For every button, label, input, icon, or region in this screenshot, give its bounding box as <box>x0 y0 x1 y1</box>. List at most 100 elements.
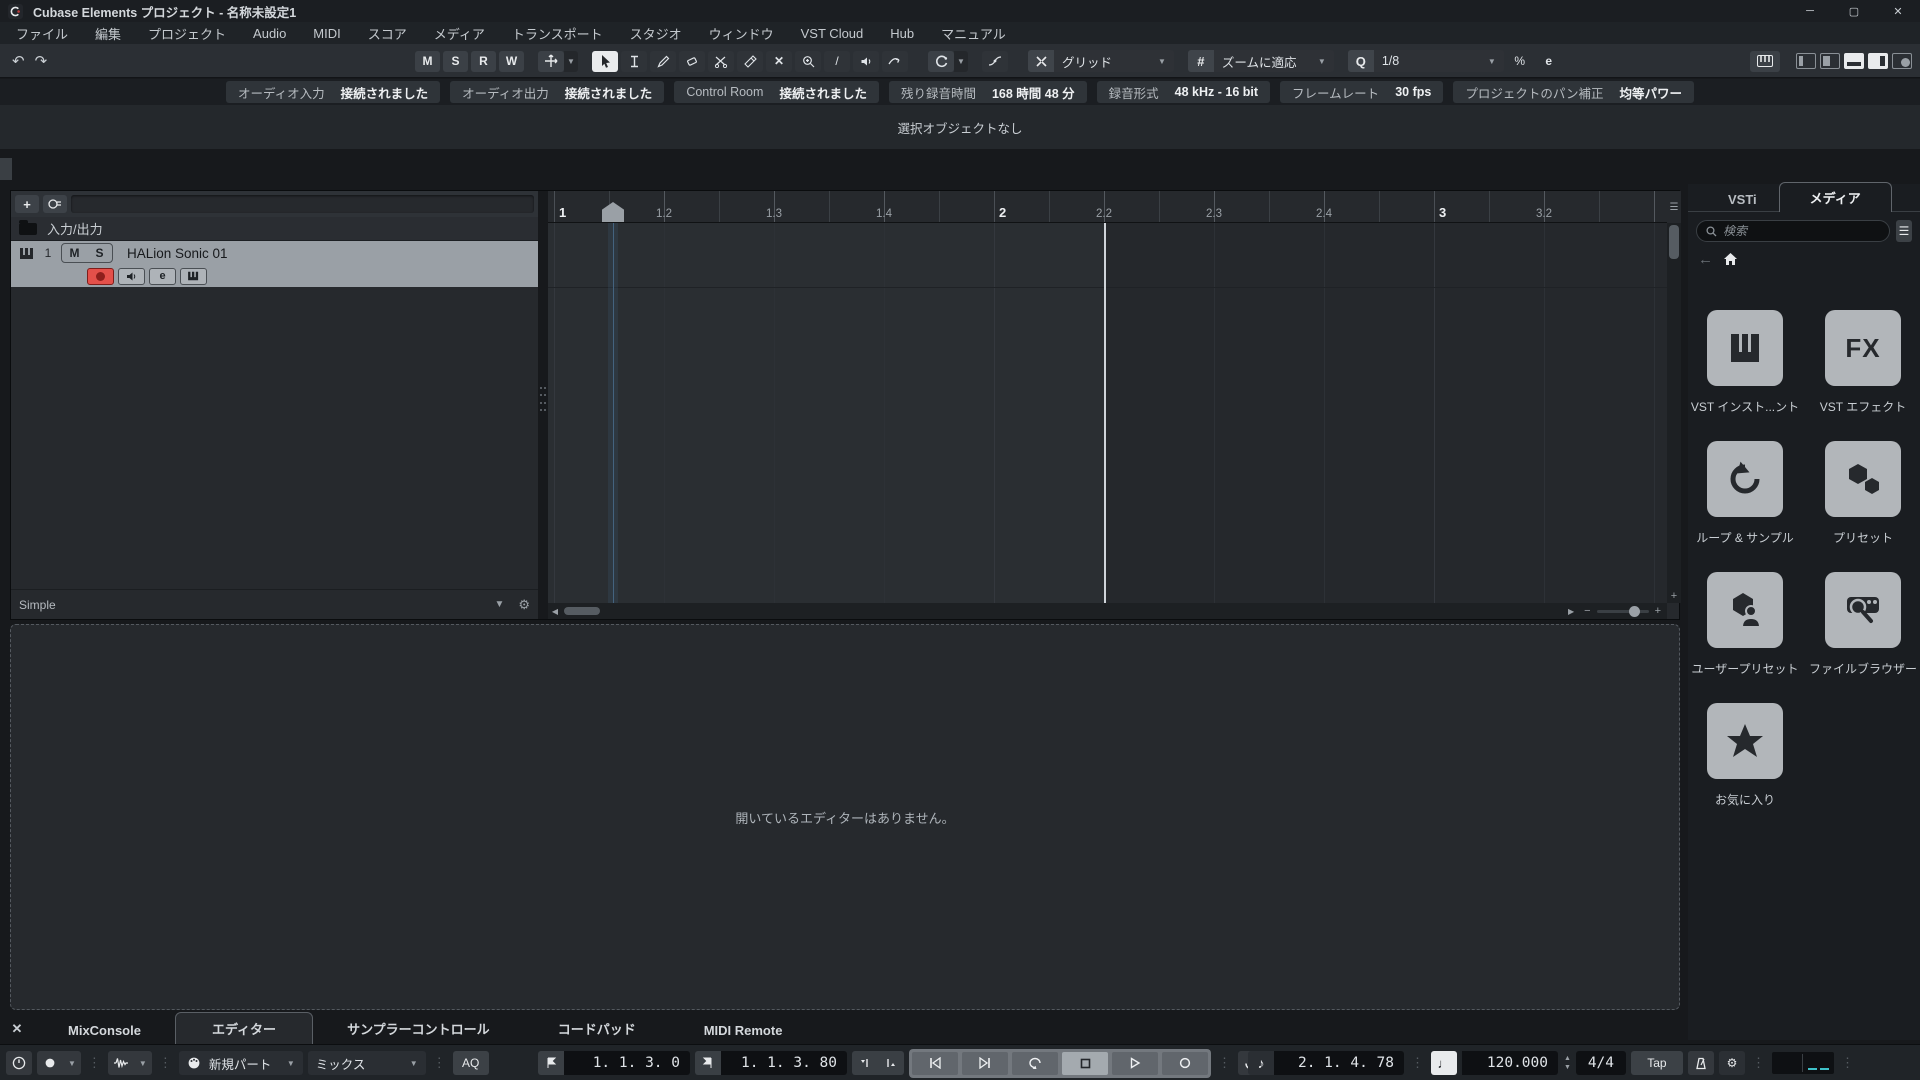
vertical-scroll-thumb[interactable] <box>1669 225 1679 259</box>
tab-vsti[interactable]: VSTi <box>1706 188 1779 211</box>
tile-vst-instruments[interactable]: VST インスト...ント <box>1691 310 1799 415</box>
line-tool[interactable]: / <box>824 50 850 72</box>
back-icon[interactable]: ← <box>1698 251 1713 268</box>
horizontal-scrollbar[interactable]: ◀ ▶ − + <box>548 603 1667 619</box>
right-locator-group[interactable]: 1. 1. 3. 80 <box>695 1051 847 1075</box>
right-zone-toggle[interactable] <box>1868 53 1888 69</box>
tile-favorites[interactable]: お気に入り <box>1697 703 1793 808</box>
menu-studio[interactable]: スタジオ <box>630 24 682 43</box>
mute-tool[interactable]: ✕ <box>766 50 792 72</box>
tab-midi-remote[interactable]: MIDI Remote <box>670 1017 817 1044</box>
close-icon[interactable]: ✕ <box>1876 0 1920 22</box>
snap-icon[interactable] <box>1028 50 1054 72</box>
maximize-icon[interactable]: ▢ <box>1832 0 1876 22</box>
write-automation-button[interactable]: W <box>499 50 524 72</box>
home-icon[interactable] <box>1723 252 1738 266</box>
time-format-note-icon[interactable]: ♪ <box>1248 1051 1274 1075</box>
go-to-end-button[interactable] <box>962 1051 1008 1075</box>
metronome-setup-gear-icon[interactable]: ⚙ <box>1719 1051 1745 1075</box>
cycle-button[interactable] <box>1012 1051 1058 1075</box>
control-room-status[interactable]: Control Room 接続されました <box>674 81 879 103</box>
erase-tool[interactable] <box>679 50 705 72</box>
redo-icon[interactable]: ↷ <box>35 52 48 70</box>
audio-performance-icon[interactable] <box>6 1051 32 1075</box>
right-locator-display[interactable]: 1. 1. 3. 80 <box>721 1051 847 1075</box>
right-locator-flag-icon[interactable] <box>695 1051 721 1075</box>
search-input[interactable] <box>1723 224 1880 238</box>
pan-law-status[interactable]: プロジェクトのパン補正 均等パワー <box>1453 81 1694 103</box>
audio-mode-chevron-icon[interactable]: ▼ <box>134 1059 152 1068</box>
solo-all-button[interactable]: S <box>443 50 468 72</box>
tile-user-presets[interactable]: ユーザープリセット <box>1691 572 1799 677</box>
frame-rate-status[interactable]: フレームレート 30 fps <box>1280 81 1444 103</box>
metronome-icon[interactable] <box>1688 1051 1714 1075</box>
instrument-track-row[interactable]: 1 M S HALion Sonic 01 e <box>11 241 538 287</box>
media-search-box[interactable] <box>1696 220 1890 242</box>
project-cursor-handle[interactable] <box>602 202 624 222</box>
tab-editor[interactable]: エディター <box>174 1012 314 1044</box>
undo-icon[interactable]: ↶ <box>12 52 25 70</box>
audio-waveform-icon[interactable] <box>108 1051 134 1075</box>
on-screen-keyboard-icon[interactable] <box>1750 50 1780 72</box>
track-view-chevron-icon[interactable]: ▼ <box>494 599 504 610</box>
menu-manual[interactable]: マニュアル <box>941 24 1006 43</box>
track-view-preset[interactable]: Simple <box>19 598 56 612</box>
record-modes-group[interactable]: ▼ <box>37 1051 81 1075</box>
go-to-start-button[interactable] <box>912 1051 958 1075</box>
vertical-zoom-in-icon[interactable]: + <box>1667 589 1681 603</box>
zoom-mode-dropdown[interactable]: ズームに適応 ▼ <box>1213 50 1334 72</box>
record-enable-button[interactable] <box>87 267 114 285</box>
glue-tool[interactable] <box>737 50 763 72</box>
punch-out-icon[interactable] <box>878 1051 904 1075</box>
add-track-icon[interactable]: + <box>15 195 39 213</box>
audio-input-status[interactable]: オーディオ入力 接続されました <box>226 81 441 103</box>
scroll-right-icon[interactable]: ▶ <box>1564 603 1578 619</box>
horizontal-zoom-slider[interactable]: − + <box>1578 605 1667 617</box>
menu-transport[interactable]: トランスポート <box>512 24 603 43</box>
menu-edit[interactable]: 編集 <box>95 24 121 43</box>
scroll-left-icon[interactable]: ◀ <box>548 603 562 619</box>
tile-loops-samples[interactable]: ループ & サンプル <box>1696 441 1794 546</box>
left-locator-group[interactable]: 1. 1. 3. 0 <box>538 1051 690 1075</box>
tab-mixconsole[interactable]: MixConsole <box>34 1017 175 1044</box>
zoom-out-icon[interactable]: − <box>1584 605 1590 617</box>
left-zone-toggle[interactable] <box>1796 53 1816 69</box>
punch-in-icon[interactable] <box>852 1051 878 1075</box>
record-button[interactable] <box>1162 1051 1208 1075</box>
tempo-group[interactable]: 120.000 ▲ ▼ <box>1462 1051 1571 1075</box>
stop-button[interactable] <box>1062 1051 1108 1075</box>
mute-all-button[interactable]: M <box>415 50 440 72</box>
time-signature-display[interactable]: 4/4 <box>1575 1051 1626 1075</box>
menu-hub[interactable]: Hub <box>890 26 914 41</box>
color-menu-chevron-icon[interactable]: ▼ <box>954 50 968 72</box>
menu-file[interactable]: ファイル <box>16 24 68 43</box>
tab-sampler-control[interactable]: サンプラーコントロール <box>313 1013 524 1044</box>
ruler-options-icon[interactable]: ☰ <box>1667 191 1681 223</box>
audio-output-status[interactable]: オーディオ出力 接続されました <box>450 81 665 103</box>
record-mode-chevron-icon[interactable]: ▼ <box>63 1059 81 1068</box>
quantize-icon[interactable]: Q <box>1347 50 1374 72</box>
timeline-ruler[interactable]: 1 1.2 1.3 1.4 2 2.2 2.3 2.4 3 3.2 <box>548 191 1667 223</box>
io-folder-track[interactable]: 入力/出力 <box>11 217 538 241</box>
track-mute-button[interactable]: M <box>62 244 87 262</box>
track-view-gear-icon[interactable]: ⚙ <box>518 597 530 613</box>
tempo-spinner[interactable]: ▲ ▼ <box>1558 1055 1571 1071</box>
tap-tempo-button[interactable]: Tap <box>1630 1051 1683 1075</box>
lower-zone-toggle[interactable] <box>1844 53 1864 69</box>
menu-project[interactable]: プロジェクト <box>148 24 226 43</box>
record-format-status[interactable]: 録音形式 48 kHz - 16 bit <box>1096 81 1271 103</box>
quantize-panel-button[interactable]: e <box>1536 51 1562 72</box>
left-locator-display[interactable]: 1. 1. 3. 0 <box>564 1051 690 1075</box>
automation-curves-icon[interactable] <box>982 50 1008 72</box>
auto-quantize-button[interactable]: AQ <box>452 1051 489 1075</box>
edit-instrument-button[interactable] <box>180 267 207 285</box>
event-display[interactable] <box>548 223 1667 603</box>
tile-vst-effects[interactable]: FX VST エフェクト <box>1815 310 1911 415</box>
play-tool[interactable] <box>853 50 879 72</box>
feedback-tool[interactable] <box>882 50 908 72</box>
zoom-slider-thumb[interactable] <box>1628 605 1640 617</box>
record-time-status[interactable]: 残り録音時間 168 時間 48 分 <box>888 81 1087 103</box>
grid-type-dropdown[interactable]: グリッド ▼ <box>1054 50 1174 72</box>
menu-audio[interactable]: Audio <box>253 26 286 41</box>
quantize-dropdown[interactable]: 1/8 ▼ <box>1373 50 1504 72</box>
